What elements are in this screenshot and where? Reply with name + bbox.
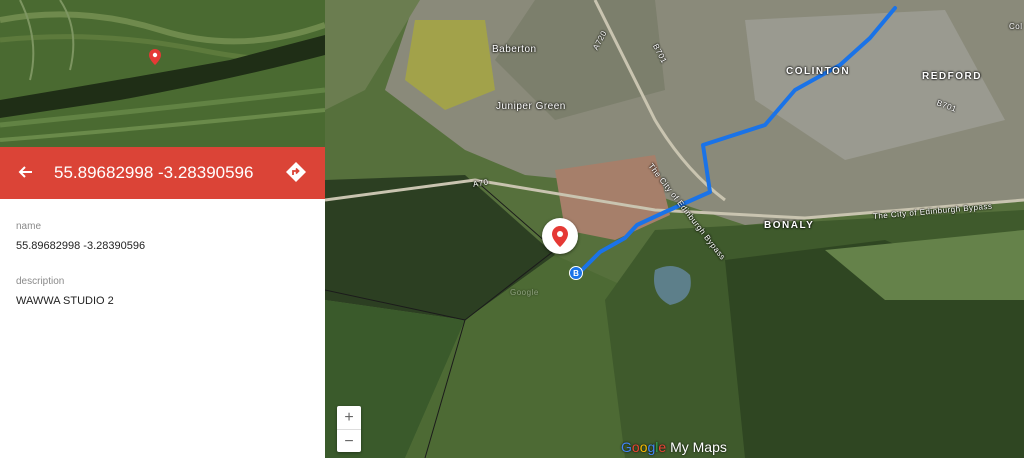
- field-label: description: [16, 276, 65, 287]
- field-value: WAWWA STUDIO 2: [16, 295, 114, 307]
- name-field: name 55.89682998 -3.28390596: [16, 221, 145, 253]
- feature-detail-panel: 55.89682998 -3.28390596 name 55.89682998…: [0, 0, 325, 458]
- satellite-thumbnail: [0, 0, 325, 147]
- panel-title: 55.89682998 -3.28390596: [54, 163, 254, 182]
- arrow-left-icon: [18, 166, 32, 178]
- google-my-maps-logo: Google My Maps: [621, 439, 727, 455]
- place-label-redford: REDFORD: [922, 71, 982, 82]
- back-button[interactable]: [14, 159, 36, 185]
- field-value: 55.89682998 -3.28390596: [16, 240, 146, 252]
- location-pin-icon: [149, 49, 161, 65]
- map-canvas[interactable]: Baberton Juniper Green COLINTON REDFORD …: [325, 0, 1024, 458]
- location-pin-icon: [552, 226, 568, 247]
- zoom-control: + −: [337, 406, 361, 452]
- directions-icon: [286, 162, 306, 182]
- field-label: name: [16, 221, 42, 232]
- place-label-col: Col: [1009, 22, 1023, 31]
- selected-location-marker[interactable]: [542, 218, 578, 254]
- panel-header: 55.89682998 -3.28390596: [0, 147, 325, 199]
- satellite-imagery: [325, 0, 1024, 458]
- zoom-in-button[interactable]: +: [337, 406, 361, 429]
- route-endpoint-marker[interactable]: B: [569, 266, 583, 280]
- place-label-colinton: COLINTON: [786, 66, 851, 77]
- map-watermark: Google: [510, 288, 539, 297]
- directions-button[interactable]: [284, 160, 308, 184]
- place-label-baberton: Baberton: [492, 44, 537, 55]
- place-label-bonaly: BONALY: [764, 220, 815, 231]
- place-label-juniper-green: Juniper Green: [496, 101, 566, 112]
- zoom-out-button[interactable]: −: [337, 429, 361, 452]
- description-field: description WAWWA STUDIO 2: [16, 276, 114, 308]
